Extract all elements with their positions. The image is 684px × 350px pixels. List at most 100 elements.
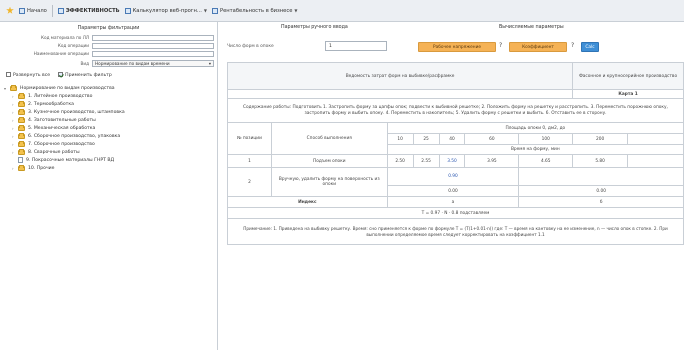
calculate-button[interactable]: Calc	[581, 42, 599, 52]
empty-cell	[226, 89, 574, 99]
folder-icon	[18, 132, 25, 139]
folder-icon	[18, 108, 25, 115]
home-tab[interactable]: Начало	[19, 7, 47, 14]
material-code-input[interactable]	[92, 34, 214, 41]
tree-root[interactable]: ▾ Нормирование по видам производства	[4, 84, 217, 92]
area-header-row: № позиции Способ выполнения Площадь опок…	[227, 122, 684, 155]
tree-item[interactable]: › 3. Кузнечное производство, штамповка	[12, 108, 217, 116]
type-select-value: Нормирование по видам времени	[95, 61, 170, 66]
area-col: 25	[412, 133, 440, 145]
toolbar-divider	[51, 4, 53, 17]
voltage-button[interactable]: Рабочее напряжение	[418, 42, 496, 52]
formula: T = 0.97 · N · 0.8 подставляем	[227, 207, 684, 219]
table-row: 2 Вручную, удалить форму на поверхность …	[227, 167, 684, 197]
home-icon	[19, 7, 25, 14]
tree-item[interactable]: › 7. Сборочное производство	[12, 140, 217, 148]
operation-name-input[interactable]	[92, 50, 214, 57]
chevron-down-icon[interactable]: ▼	[294, 8, 297, 13]
manual-params-title: Параметры ручного ввода	[281, 25, 348, 30]
help-icon[interactable]: ?	[571, 42, 574, 49]
favorite-star-icon[interactable]	[6, 6, 14, 14]
expand-all-checkbox[interactable]: Развернуть все	[6, 72, 50, 78]
time-value: 0.00	[386, 185, 520, 197]
calculator-icon	[124, 7, 131, 14]
tree-item[interactable]: 9. Покрасочные материалы ГНРТ ВД	[12, 156, 217, 164]
tree-item[interactable]: › 2. Термообработка	[12, 100, 217, 108]
area-col	[627, 133, 684, 145]
table-header-row: Ведомость затрат форм на выбивке/расфрам…	[226, 62, 684, 90]
index-label: Индекс	[227, 196, 388, 208]
folder-icon	[18, 92, 25, 99]
operation-code-label: Код операции	[57, 43, 89, 48]
index-value: б	[518, 196, 684, 208]
time-header: Время на форму, мин	[386, 144, 684, 155]
work-description: Содержание работы: Подготовить 1. Застро…	[227, 98, 684, 123]
time-value-selected: 0.90	[386, 167, 520, 186]
table-header-right: Фасонное и крупносерийное производство	[572, 62, 684, 90]
material-code-label: Код материала по ЛЛ	[41, 35, 89, 40]
section-icon	[57, 7, 64, 14]
calculator-tab[interactable]: Калькулятор веб-прогн... ▼	[124, 7, 207, 14]
tree-item-label: 5. Механическая обработка	[28, 125, 96, 131]
profitability-tab[interactable]: Рентабельность в бизнесе ▼	[211, 7, 298, 14]
tree-root-label: Нормирование по видам производства	[20, 85, 115, 91]
chevron-down-icon[interactable]: ▼	[204, 8, 207, 13]
forms-count-label: Число форм в опоке	[227, 44, 274, 49]
computed-params-title: Вычисляемые параметры	[499, 25, 564, 30]
folder-icon	[18, 140, 25, 147]
category-tree: ▾ Нормирование по видам производства › 1.…	[0, 84, 217, 172]
apply-filter-checkbox[interactable]: Применить фильтр	[58, 72, 112, 78]
tree-item-label: 6. Сборочное производство, упаковка	[28, 133, 121, 139]
tree-item-label: 2. Термообработка	[28, 101, 74, 107]
filter-row-type: Вид Нормирование по видам времени ▾	[0, 60, 217, 67]
table-title: Ведомость затрат форм на выбивке/расфрам…	[226, 62, 574, 90]
table-row: 1 Подъем опоки 2.50 2.55 3.50 3.95 4.65 …	[227, 154, 684, 168]
help-icon[interactable]: ?	[499, 42, 502, 49]
operation-name-label: Наименование операции	[33, 51, 89, 56]
filter-row-material: Код материала по ЛЛ	[0, 34, 217, 41]
folder-icon	[18, 100, 25, 107]
row-number: 1	[227, 154, 272, 168]
row-method: Вручную, удалить форму на поверхность из…	[270, 167, 388, 197]
operation-code-input[interactable]	[92, 42, 214, 49]
filter-panel: Параметры фильтрации Код материала по ЛЛ…	[0, 22, 218, 350]
coefficient-button[interactable]: Коэффициент	[509, 42, 567, 52]
folder-icon	[18, 164, 25, 171]
production-type-label: Фасонное и крупносерийное производство	[579, 73, 678, 79]
tree-item-label: 4. Заготовительные работы	[28, 117, 96, 123]
document-icon	[18, 157, 23, 163]
tree-item[interactable]: › 1. Литейное производство	[12, 92, 217, 100]
profitability-tab-label: Рентабельность в бизнесе	[219, 7, 293, 14]
area-col: 60	[464, 133, 520, 145]
filter-checkboxes: Развернуть все Применить фильтр	[0, 72, 217, 78]
home-label: Начало	[27, 7, 47, 14]
footnote: Примечание: 1. Приведена на выбивку реше…	[227, 218, 684, 245]
chevron-down-icon: ▾	[208, 61, 211, 66]
tree-item[interactable]: › 5. Механическая обработка	[12, 124, 217, 132]
time-value	[627, 154, 684, 168]
tree-item[interactable]: › 10. Прочие	[12, 164, 217, 172]
tree-item-label: 1. Литейное производство	[28, 93, 93, 99]
apply-filter-label: Применить фильтр	[65, 73, 112, 78]
section-tab[interactable]: ЭФФЕКТИВНОСТЬ	[57, 7, 120, 14]
calculator-tab-label: Калькулятор веб-прогн...	[132, 7, 202, 14]
type-select-label: Вид	[80, 61, 90, 66]
time-value: 2.55	[412, 154, 440, 168]
tree-item-label: 9. Покрасочные материалы ГНРТ ВД	[26, 157, 115, 163]
tree-item[interactable]: › 8. Сварочные работы	[12, 148, 217, 156]
index-value: а	[386, 196, 520, 208]
time-value: 5.80	[572, 154, 629, 168]
tree-item-label: 10. Прочие	[28, 165, 55, 171]
filter-row-operation-code: Код операции	[0, 42, 217, 49]
expand-all-label: Развернуть все	[13, 73, 51, 78]
index-row: Индекс а б	[227, 196, 684, 208]
col-method-header: Способ выполнения	[270, 122, 388, 155]
footnote-row: Примечание: 1. Приведена на выбивку реше…	[227, 218, 684, 245]
filter-panel-title: Параметры фильтрации	[77, 26, 140, 31]
tree-item[interactable]: › 4. Заготовительные работы	[12, 116, 217, 124]
forms-count-input[interactable]: 1	[325, 41, 387, 51]
norms-table: Ведомость затрат форм на выбивке/расфрам…	[226, 62, 684, 245]
tree-item[interactable]: › 6. Сборочное производство, упаковка	[12, 132, 217, 140]
type-select[interactable]: Нормирование по видам времени ▾	[92, 60, 214, 67]
profitability-icon	[211, 7, 218, 14]
